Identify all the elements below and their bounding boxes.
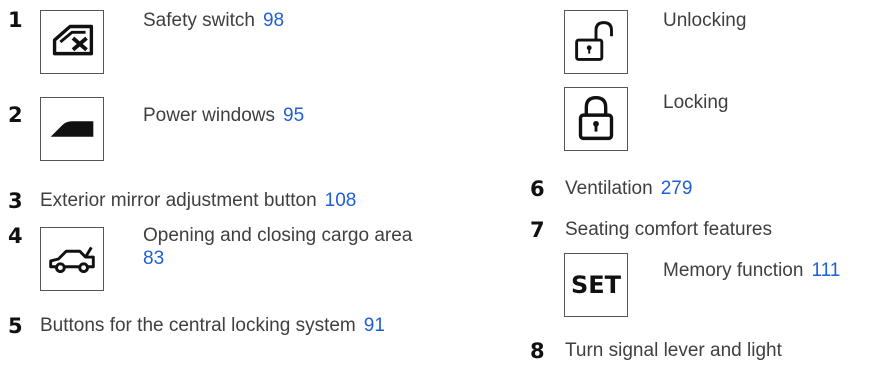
safety-switch-text: Safety switch [143, 10, 255, 31]
item-number-8: 8 [530, 339, 545, 363]
ventilation-label: Ventilation 279 [565, 176, 692, 201]
mirror-adjust-text: Exterior mirror adjustment button [40, 190, 317, 211]
unlocking-label: Unlocking [663, 10, 747, 31]
seating-comfort-label: Seating comfort features [565, 219, 772, 240]
mirror-adjust-label: Exterior mirror adjustment button 108 [40, 188, 356, 213]
item-number-4: 4 [8, 224, 23, 248]
memory-function-text: Memory function [663, 260, 804, 281]
mirror-adjust-page-link[interactable]: 108 [325, 190, 357, 211]
memory-function-label: Memory function 111 [663, 258, 840, 283]
power-windows-page-link[interactable]: 95 [283, 105, 304, 126]
turn-signal-label: Turn signal lever and light [565, 340, 782, 361]
central-locking-page-link[interactable]: 91 [364, 315, 385, 336]
item-number-6: 6 [530, 177, 545, 201]
locking-label: Locking [663, 92, 729, 113]
item-number-7: 7 [530, 218, 545, 242]
safety-switch-page-link[interactable]: 98 [263, 10, 284, 31]
cargo-area-page-link-row: 83 [143, 246, 164, 271]
window-safety-switch-icon [40, 10, 104, 74]
set-button-icon: SET [564, 253, 628, 317]
power-windows-label: Power windows 95 [143, 103, 304, 128]
item-number-3: 3 [8, 189, 23, 213]
ventilation-page-link[interactable]: 279 [661, 178, 693, 199]
power-windows-text: Power windows [143, 105, 275, 126]
memory-function-page-link[interactable]: 111 [811, 260, 840, 281]
power-window-icon [40, 97, 104, 161]
unlock-icon [564, 10, 628, 74]
cargo-area-label: Opening and closing cargo area [143, 223, 412, 248]
item-number-5: 5 [8, 314, 23, 338]
ventilation-text: Ventilation [565, 178, 653, 199]
safety-switch-label: Safety switch 98 [143, 8, 284, 33]
item-number-1: 1 [8, 8, 23, 32]
set-icon-text: SET [570, 271, 622, 299]
cargo-area-page-link[interactable]: 83 [143, 248, 164, 269]
lock-icon [564, 87, 628, 151]
item-number-2: 2 [8, 103, 23, 127]
central-locking-text: Buttons for the central locking system [40, 315, 356, 336]
car-trunk-icon [40, 227, 104, 291]
central-locking-label: Buttons for the central locking system 91 [40, 313, 385, 338]
cargo-area-text: Opening and closing cargo area [143, 225, 413, 246]
